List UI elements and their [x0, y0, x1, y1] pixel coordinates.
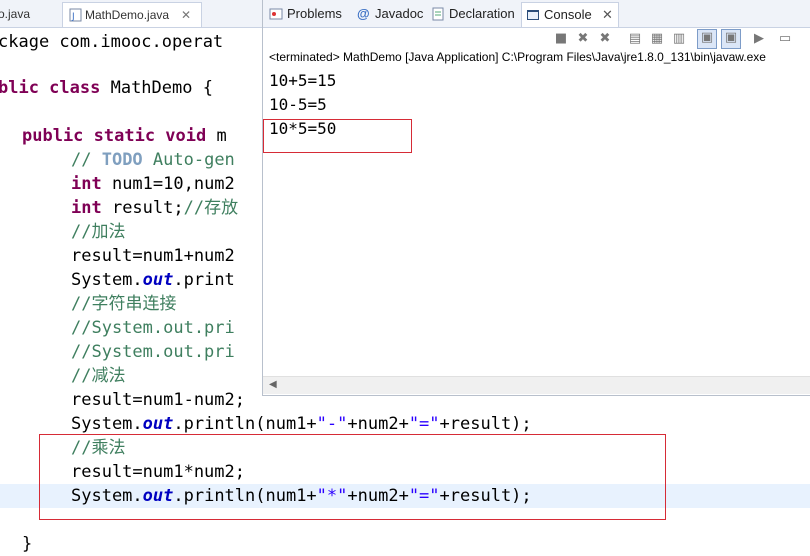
show-on-stderr-icon[interactable]: ▣: [721, 29, 741, 49]
remove-launch-icon[interactable]: ✖: [575, 31, 591, 47]
code-line-package: ckage com.imooc.operat: [0, 32, 224, 52]
java-file-icon: J: [69, 8, 82, 22]
open-console-icon[interactable]: ▭: [777, 31, 793, 47]
console-toolbar: ■ ✖ ✖ ▤ ▦ ▥ ▣ ▣ ▶ ▭: [263, 28, 810, 50]
problems-icon: [269, 8, 283, 20]
tab-console-label: Console: [544, 7, 592, 22]
code-line-class: blic class MathDemo {: [0, 78, 213, 98]
console-output-line: 10-5=5: [269, 95, 327, 114]
terminate-icon[interactable]: ■: [553, 31, 569, 47]
code-line-main: public static void m: [22, 126, 227, 146]
scroll-lock-icon[interactable]: ▦: [649, 31, 665, 47]
code-line-int-nums: int num1=10,num2: [71, 174, 235, 194]
scroll-left-icon[interactable]: ◀: [269, 379, 277, 390]
code-line-print-add: System.out.print: [71, 270, 235, 290]
code-line-sub: result=num1-num2;: [71, 390, 245, 410]
word-wrap-icon[interactable]: ▥: [671, 31, 687, 47]
svg-text:J: J: [71, 12, 75, 22]
tab-declaration-label: Declaration: [449, 6, 515, 21]
code-line-comment-print2: //System.out.pri: [71, 342, 235, 362]
editor-tab-label: MathDemo.java: [85, 8, 170, 22]
clear-console-icon[interactable]: ▤: [627, 31, 643, 47]
code-line-int-result: int result;//存放: [71, 198, 239, 218]
declaration-icon: [432, 7, 444, 21]
annotation-box-multiply-output: [263, 119, 412, 153]
annotation-box-multiply-code: [39, 434, 666, 520]
code-line-close-brace: }: [22, 534, 33, 554]
console-status: <terminated> MathDemo [Java Application]…: [269, 50, 766, 64]
close-icon[interactable]: ✕: [602, 3, 613, 27]
code-line-comment-sub: //减法: [71, 366, 126, 386]
view-tab-bar: Problems @ Javadoc Declaration Console ✕: [263, 0, 810, 28]
show-on-stdout-icon[interactable]: ▣: [697, 29, 717, 49]
pin-console-icon[interactable]: ▶: [751, 31, 767, 47]
code-line-todo: // TODO Auto-gen: [71, 150, 235, 170]
code-line-comment-add: //加法: [71, 222, 126, 242]
tab-declaration[interactable]: Declaration: [427, 2, 519, 26]
editor-tab-bar: o.java J MathDemo.java ✕: [0, 0, 262, 28]
close-icon[interactable]: ✕: [181, 3, 191, 27]
code-line-comment-concat: //字符串连接: [71, 294, 177, 314]
tab-problems[interactable]: Problems: [265, 2, 351, 26]
console-output-line: 10+5=15: [269, 71, 337, 90]
javadoc-icon: @: [357, 6, 370, 21]
console-view[interactable]: Problems @ Javadoc Declaration Console ✕…: [262, 0, 810, 396]
code-line-add: result=num1+num2: [71, 246, 235, 266]
tab-console[interactable]: Console ✕: [521, 2, 619, 27]
code-line-comment-print1: //System.out.pri: [71, 318, 235, 338]
editor-tab-mathdemo[interactable]: J MathDemo.java ✕: [62, 2, 202, 27]
remove-all-launches-icon[interactable]: ✖: [597, 31, 613, 47]
code-line-print-sub: System.out.println(num1+"-"+num2+"="+res…: [71, 414, 532, 434]
tab-problems-label: Problems: [287, 6, 342, 21]
editor-tab-previous[interactable]: o.java: [0, 2, 54, 26]
console-icon: [527, 10, 539, 20]
horizontal-scrollbar[interactable]: ◀: [263, 376, 810, 394]
tab-javadoc-label: Javadoc: [375, 6, 424, 21]
editor-tab-previous-label: o.java: [0, 7, 31, 21]
tab-javadoc[interactable]: @ Javadoc: [353, 2, 425, 26]
